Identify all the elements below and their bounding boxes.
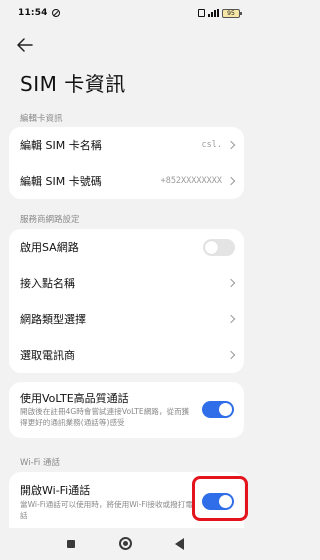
toggle-knob: [219, 403, 232, 416]
status-bar: 11:54 95: [0, 0, 254, 26]
enable-sa-toggle[interactable]: [203, 239, 235, 256]
select-carrier-label: 選取電訊商: [20, 349, 75, 362]
sim-name-value: csl.: [201, 140, 222, 150]
chevron-right-icon: [226, 176, 236, 186]
edit-sim-number-row[interactable]: 編輯 SIM 卡號碼 +852XXXXXXXX: [9, 163, 244, 199]
chevron-right-icon: [226, 350, 236, 360]
recent-apps-icon[interactable]: [67, 540, 75, 548]
chevron-right-icon: [226, 140, 236, 150]
card-carrier: 啟用SA網路 接入點名稱 網路類型選擇 選取電訊商: [9, 229, 244, 373]
status-time: 11:54: [18, 8, 48, 18]
apn-label: 接入點名稱: [20, 277, 75, 290]
enable-sa-label: 啟用SA網路: [20, 241, 79, 254]
section-header-carrier: 服務商網路設定: [20, 215, 80, 225]
select-carrier-row[interactable]: 選取電訊商: [9, 337, 244, 373]
network-type-row[interactable]: 網路類型選擇: [9, 301, 244, 337]
toggle-knob: [205, 241, 218, 254]
page-title: SIM 卡資訊: [20, 72, 126, 96]
card-volte: 使用VoLTE高品質通話 開啟後在註冊4G時會嘗試連接VoLTE網路，從而獲得更…: [9, 382, 244, 438]
back-triangle-icon[interactable]: [175, 538, 184, 550]
navigation-bar: [0, 528, 254, 560]
chevron-right-icon: [226, 278, 236, 288]
card-edit-sim: 編輯 SIM 卡名稱 csl. 編輯 SIM 卡號碼 +852XXXXXXXX: [9, 127, 244, 199]
battery-icon: 95: [222, 8, 242, 18]
chevron-right-icon: [226, 314, 236, 324]
status-icons: 95: [198, 8, 242, 18]
wifi-calling-label: 開啟Wi-Fi通話: [20, 484, 91, 497]
section-header-wifi: Wi-Fi 通話: [20, 458, 60, 468]
highlight-box: [192, 476, 248, 521]
volte-toggle[interactable]: [202, 401, 234, 418]
edit-sim-name-label: 編輯 SIM 卡名稱: [20, 139, 102, 152]
edit-sim-number-label: 編輯 SIM 卡號碼: [20, 175, 102, 188]
signal-icon: [208, 9, 219, 17]
section-header-edit-sim: 編輯卡資訊: [20, 114, 63, 124]
do-not-disturb-icon: [51, 9, 60, 17]
network-type-label: 網路類型選擇: [20, 313, 86, 326]
volte-label: 使用VoLTE高品質通話: [20, 392, 129, 405]
edit-sim-name-row[interactable]: 編輯 SIM 卡名稱 csl.: [9, 127, 244, 163]
back-button[interactable]: [14, 36, 36, 54]
home-icon[interactable]: [119, 537, 132, 550]
wifi-calling-description: 當Wi-Fi通話可以使用時，將使用Wi-Fi接收或撥打電話: [20, 500, 193, 520]
apn-row[interactable]: 接入點名稱: [9, 265, 244, 301]
sim-number-value: +852XXXXXXXX: [160, 176, 222, 186]
sim-icon: [198, 9, 205, 17]
volte-description: 開啟後在註冊4G時會嘗試連接VoLTE網路，從而獲得更好的通訊業務(通話等)感受: [20, 407, 190, 427]
arrow-left-icon: [17, 38, 33, 52]
